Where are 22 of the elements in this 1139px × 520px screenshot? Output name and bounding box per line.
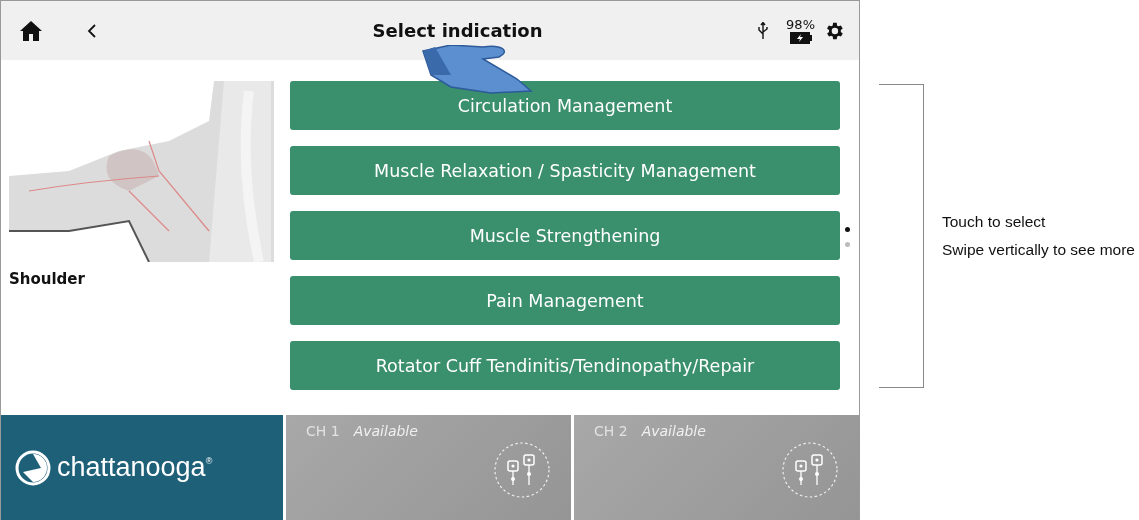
- indication-button[interactable]: Muscle Strengthening: [290, 211, 840, 260]
- indication-button[interactable]: Pain Management: [290, 276, 840, 325]
- battery-percent: 98%: [786, 17, 815, 32]
- indication-button[interactable]: Circulation Management: [290, 81, 840, 130]
- home-icon[interactable]: [19, 19, 43, 42]
- body-region-label: Shoulder: [9, 270, 86, 288]
- brand-logo-icon: [15, 449, 51, 486]
- usb-icon: [758, 21, 769, 40]
- indication-button[interactable]: Muscle Relaxation / Spasticity Management: [290, 146, 840, 195]
- screen-title: Select indication: [371, 20, 544, 41]
- brand-name: chattanooga$^{®}$: [57, 452, 213, 483]
- channel-status: Available: [641, 423, 706, 439]
- channel-label: CH 1: [306, 423, 340, 439]
- channel-panel[interactable]: CH 2 Available: [574, 415, 859, 520]
- channel-label: CH 2: [594, 423, 628, 439]
- back-icon[interactable]: [87, 22, 97, 39]
- hint-text: Touch to select: [942, 213, 1047, 231]
- channel-panel[interactable]: CH 1 Available: [286, 415, 571, 520]
- indication-button[interactable]: Rotator Cuff Tendinitis/Tendinopathy/Repair: [290, 341, 840, 390]
- hint-text: Swipe vertically to see more: [942, 241, 1135, 259]
- channel-status: Available: [353, 423, 418, 439]
- battery-charging-icon: [789, 31, 812, 44]
